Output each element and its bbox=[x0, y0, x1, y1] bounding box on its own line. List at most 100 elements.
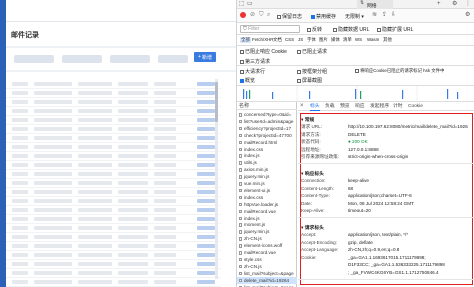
throttle-select[interactable]: 无限制 ▾ bbox=[345, 13, 364, 20]
network-settings-icon[interactable]: ⚙ bbox=[465, 12, 470, 18]
type-filter-button[interactable]: 图片 bbox=[318, 37, 329, 43]
row-action-link[interactable] bbox=[197, 127, 215, 131]
type-filter-button[interactable]: Wasm bbox=[366, 37, 380, 42]
type-filter-button[interactable]: 全部 bbox=[240, 37, 251, 43]
blocked-requests-checkbox[interactable]: 已阻止请求 bbox=[297, 48, 327, 55]
table-row[interactable] bbox=[6, 161, 221, 170]
table-row[interactable] bbox=[6, 143, 221, 152]
type-filter-button[interactable]: 字体 bbox=[306, 37, 317, 43]
request-headers-section-header[interactable]: ▾ 请求标头 bbox=[301, 224, 324, 231]
row-action-link[interactable] bbox=[197, 199, 215, 203]
table-row[interactable] bbox=[6, 107, 221, 116]
row-action-link[interactable] bbox=[197, 280, 215, 284]
row-action-link[interactable] bbox=[197, 91, 215, 95]
table-row[interactable] bbox=[6, 251, 221, 260]
row-action-link[interactable] bbox=[197, 109, 215, 113]
hide-ext-urls-checkbox[interactable]: 隐藏扩展 URL bbox=[377, 26, 413, 33]
settings-icon[interactable]: ⚙ bbox=[452, 1, 457, 7]
row-action-link[interactable] bbox=[197, 253, 215, 257]
wifi-icon[interactable]: ≋ bbox=[372, 12, 377, 18]
overview-checkbox[interactable]: 概览 bbox=[240, 77, 255, 84]
row-action-link[interactable] bbox=[197, 262, 215, 266]
hide-data-urls-checkbox[interactable]: 隐藏数据 URL bbox=[333, 26, 369, 33]
table-row[interactable] bbox=[6, 278, 221, 287]
group-by-frame-checkbox[interactable]: 按框架分组 bbox=[297, 68, 327, 75]
device-icon[interactable]: ▭ bbox=[247, 1, 253, 7]
row-action-link[interactable] bbox=[197, 82, 215, 86]
row-action-link[interactable] bbox=[197, 271, 215, 275]
type-filter-button[interactable]: 清单 bbox=[342, 37, 353, 43]
table-row[interactable] bbox=[6, 116, 221, 125]
add-tab-icon[interactable]: + bbox=[437, 1, 441, 7]
row-action-link[interactable] bbox=[197, 172, 215, 176]
row-action-link[interactable] bbox=[197, 163, 215, 167]
row-action-link[interactable] bbox=[197, 244, 215, 248]
type-filter-button[interactable]: 文档 bbox=[272, 37, 283, 43]
detail-tab[interactable]: 预览 bbox=[340, 102, 350, 111]
blocked-cookie-checkbox[interactable]: 已阻止响应 Cookie bbox=[240, 48, 287, 55]
close-icon[interactable]: × bbox=[300, 103, 304, 109]
filter-field[interactable] bbox=[110, 55, 150, 63]
panel-tab-network[interactable]: 网络 bbox=[367, 2, 377, 9]
row-action-link[interactable] bbox=[197, 145, 215, 149]
table-row[interactable] bbox=[6, 152, 221, 161]
row-action-link[interactable] bbox=[197, 136, 215, 140]
row-action-link[interactable] bbox=[197, 154, 215, 158]
row-action-link[interactable] bbox=[197, 235, 215, 239]
detail-tab[interactable]: 响应 bbox=[355, 102, 365, 111]
table-row[interactable] bbox=[6, 80, 221, 89]
detail-tab[interactable]: Cookie bbox=[408, 102, 423, 111]
type-filter-button[interactable]: JS bbox=[297, 37, 304, 42]
table-row[interactable] bbox=[6, 170, 221, 179]
table-row[interactable] bbox=[6, 206, 221, 215]
table-row[interactable] bbox=[6, 98, 221, 107]
large-rows-checkbox[interactable]: 大请求行 bbox=[240, 68, 265, 75]
mark-blocked-checkbox[interactable]: 将响应Cookie已阻止的请求标记 hsk 文件中 bbox=[355, 68, 444, 74]
row-action-link[interactable] bbox=[197, 181, 215, 185]
table-row[interactable] bbox=[6, 260, 221, 269]
type-filter-button[interactable]: 媒体 bbox=[330, 37, 341, 43]
inspect-icon[interactable]: ⬚ bbox=[239, 1, 245, 7]
filter-field[interactable] bbox=[14, 55, 54, 63]
row-action-link[interactable] bbox=[197, 190, 215, 194]
detail-tab[interactable]: 计时 bbox=[393, 102, 403, 111]
row-action-link[interactable] bbox=[197, 217, 215, 221]
table-row[interactable] bbox=[6, 215, 221, 224]
filter-icon[interactable]: ⛉ bbox=[259, 12, 264, 18]
clear-icon[interactable]: ⊘ bbox=[250, 12, 255, 18]
row-action-link[interactable] bbox=[197, 208, 215, 212]
invert-checkbox[interactable]: 反转 bbox=[307, 26, 322, 33]
filter-field[interactable] bbox=[158, 55, 188, 63]
search-icon[interactable]: ⌕ bbox=[267, 12, 270, 18]
response-headers-section-header[interactable]: ▾ 响应标头 bbox=[301, 170, 324, 177]
table-row[interactable] bbox=[6, 242, 221, 251]
filter-field[interactable] bbox=[62, 55, 102, 63]
detail-tab[interactable]: 标头 bbox=[310, 102, 320, 111]
type-filter-button[interactable]: WS bbox=[354, 37, 363, 42]
table-row[interactable] bbox=[6, 89, 221, 98]
filter-input[interactable]: ⛉ Filter bbox=[240, 25, 300, 33]
row-action-link[interactable] bbox=[197, 226, 215, 230]
name-column-header[interactable]: 名称 bbox=[237, 102, 297, 110]
more-icon[interactable]: ⋮ bbox=[465, 1, 471, 7]
table-row[interactable] bbox=[6, 224, 221, 233]
disable-cache-checkbox[interactable]: 禁用缓存 bbox=[311, 13, 336, 20]
table-row[interactable] bbox=[6, 233, 221, 242]
upload-icon[interactable]: ⇪ bbox=[382, 12, 387, 18]
third-party-checkbox[interactable]: 第三方请求 bbox=[240, 58, 270, 65]
type-filter-button[interactable]: 其他 bbox=[382, 37, 393, 43]
table-row[interactable] bbox=[6, 179, 221, 188]
table-row[interactable] bbox=[6, 197, 221, 206]
preserve-log-checkbox[interactable]: 保留日志 bbox=[277, 13, 302, 20]
table-row[interactable] bbox=[6, 125, 221, 134]
network-overview-timeline[interactable] bbox=[237, 86, 474, 102]
row-action-link[interactable] bbox=[197, 118, 215, 122]
request-row[interactable]: list_mail?subject=&page bbox=[237, 284, 297, 287]
table-row[interactable] bbox=[6, 188, 221, 197]
row-action-link[interactable] bbox=[197, 100, 215, 104]
type-filter-button[interactable]: CSS bbox=[284, 37, 295, 42]
detail-tab[interactable]: 发起程序 bbox=[370, 102, 389, 111]
general-section-header[interactable]: ▾ 常规 bbox=[301, 116, 314, 123]
detail-tab[interactable]: 负载 bbox=[325, 102, 335, 111]
record-icon[interactable] bbox=[240, 12, 246, 18]
